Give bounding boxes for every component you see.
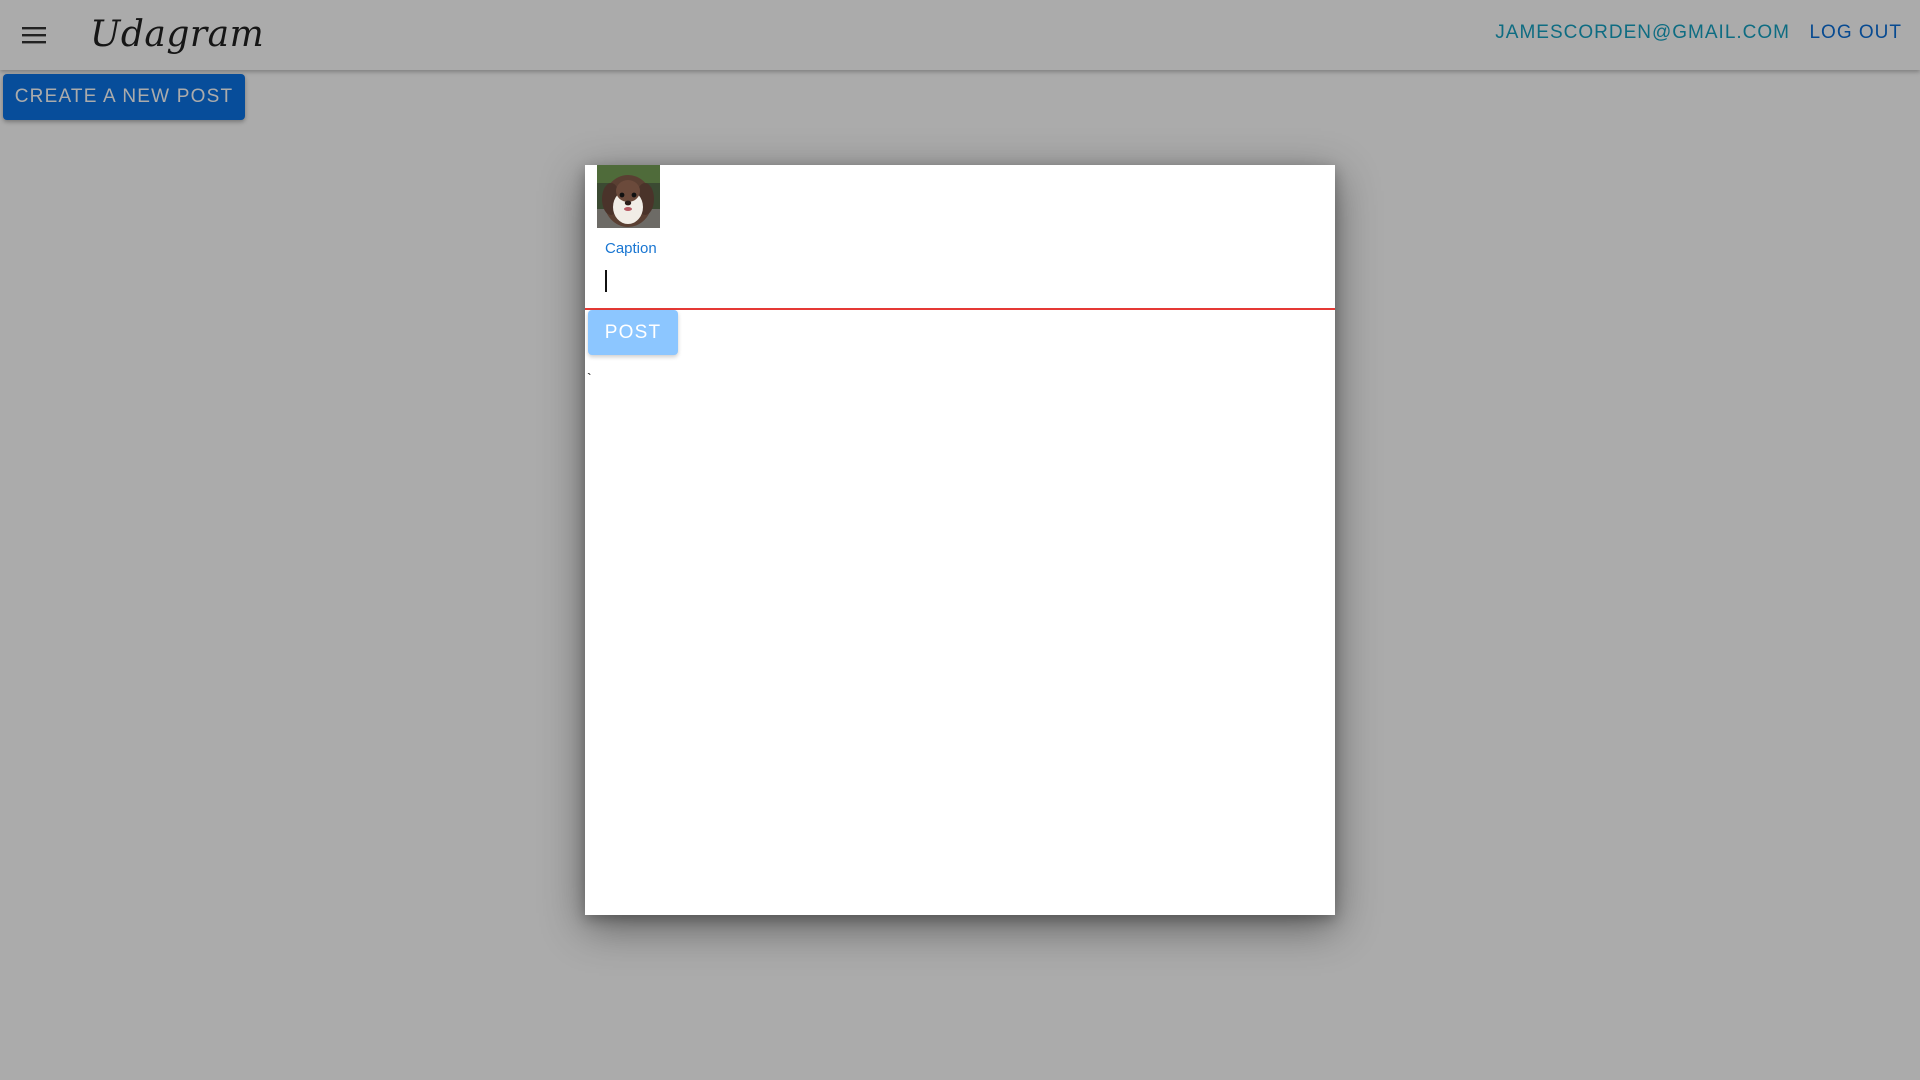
caption-label: Caption [605,240,657,257]
post-button[interactable]: POST [588,310,678,355]
stray-mark: ` [587,370,592,386]
create-post-dialog: ` Caption POST [585,165,1335,915]
caption-input[interactable] [603,268,1305,298]
dog-image-preview [597,165,660,228]
caption-field[interactable]: Caption [585,240,1335,310]
text-caret [605,270,607,292]
